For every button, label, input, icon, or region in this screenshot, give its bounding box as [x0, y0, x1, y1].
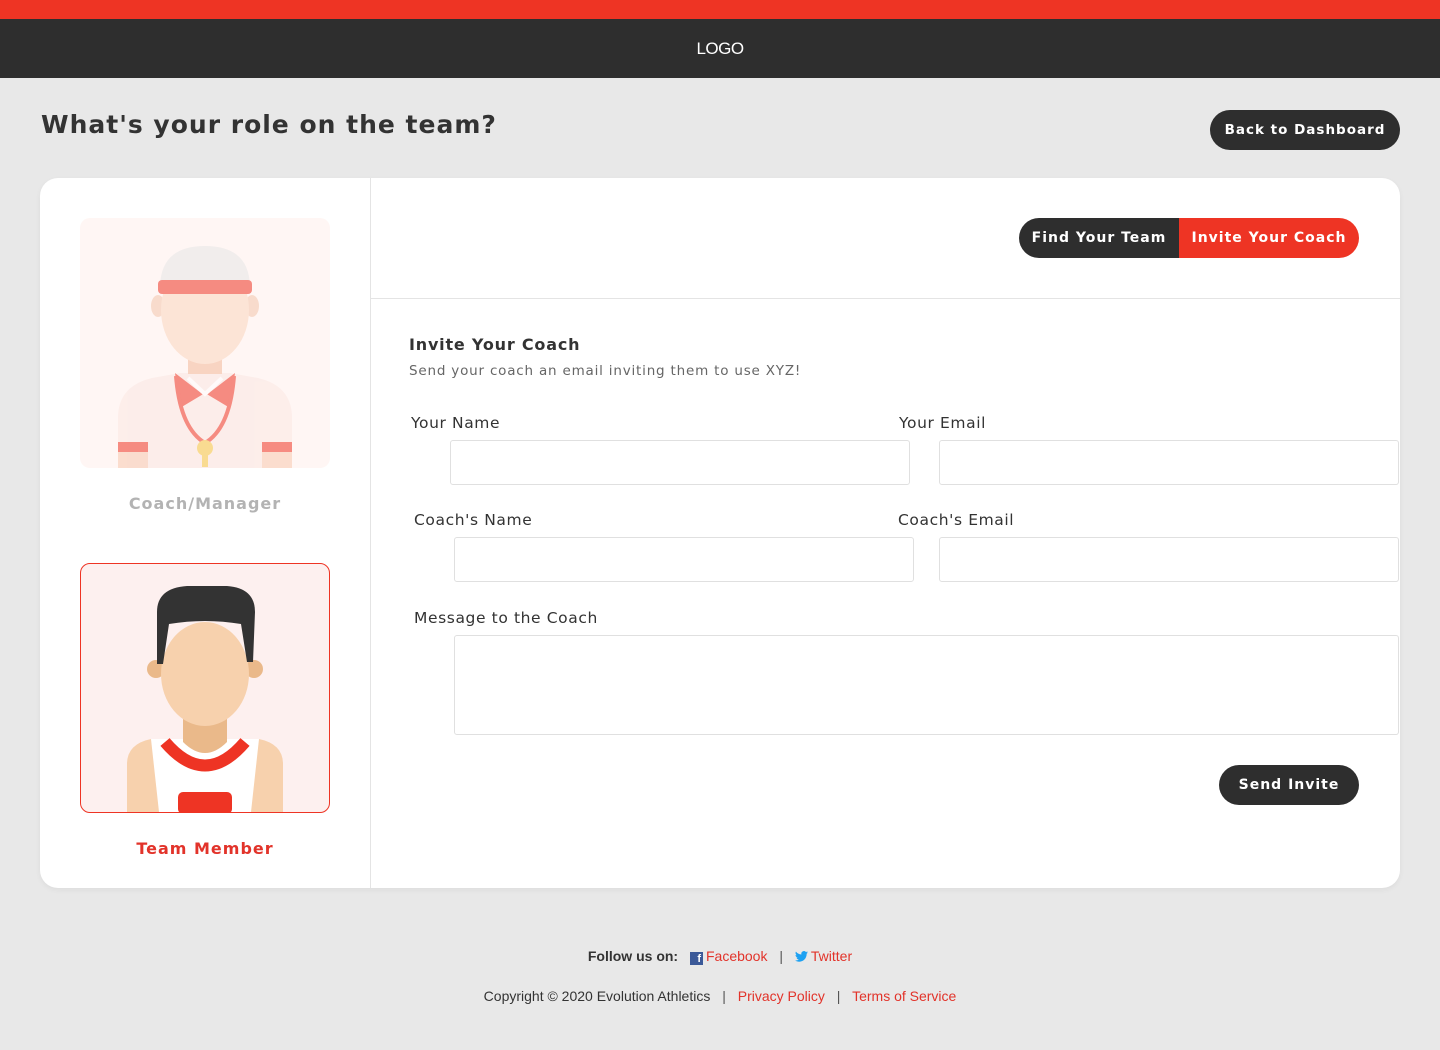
tab-bar: Find Your Team Invite Your Coach	[371, 178, 1400, 299]
privacy-policy-link[interactable]: Privacy Policy	[738, 988, 825, 1004]
role-selector: Coach/Manager Team Member	[40, 178, 371, 888]
coach-avatar-icon	[118, 246, 292, 468]
form-subtitle: Send your coach an email inviting them t…	[409, 363, 802, 379]
facebook-icon: f	[689, 952, 703, 965]
terms-of-service-link[interactable]: Terms of Service	[852, 988, 956, 1004]
separator: |	[836, 988, 841, 1004]
top-accent-stripe	[0, 0, 1440, 19]
coach-manager-tile[interactable]	[80, 218, 330, 468]
team-member-tile[interactable]	[80, 563, 330, 813]
follow-label: Follow us on:	[587, 948, 679, 964]
separator: |	[779, 948, 783, 964]
logo[interactable]: LOGO	[696, 39, 744, 59]
footer-social: Follow us on: f Facebook | Twitter	[0, 948, 1440, 965]
send-invite-button[interactable]: Send Invite	[1219, 765, 1359, 805]
tab-invite-your-coach[interactable]: Invite Your Coach	[1179, 218, 1359, 258]
team-member-avatar-icon	[127, 586, 283, 812]
role-card: Coach/Manager Team Member Find Your Team…	[40, 178, 1400, 888]
coach-manager-label[interactable]: Coach/Manager	[80, 494, 330, 513]
coach-email-input[interactable]	[939, 537, 1399, 582]
separator: |	[722, 988, 726, 1004]
top-navbar: LOGO	[0, 19, 1440, 78]
twitter-link[interactable]: Twitter	[794, 948, 853, 964]
your-email-input[interactable]	[939, 440, 1399, 485]
twitter-icon	[794, 951, 808, 962]
twitter-label: Twitter	[810, 948, 853, 964]
message-label: Message to the Coach	[414, 609, 598, 627]
back-to-dashboard-button[interactable]: Back to Dashboard	[1210, 110, 1400, 150]
invite-panel: Find Your Team Invite Your Coach Invite …	[371, 178, 1400, 888]
coach-email-label: Coach's Email	[898, 511, 1015, 529]
message-textarea[interactable]	[454, 635, 1399, 735]
form-title: Invite Your Coach	[409, 335, 581, 354]
team-member-label[interactable]: Team Member	[80, 839, 330, 858]
facebook-link[interactable]: f Facebook	[689, 948, 768, 965]
your-email-label: Your Email	[899, 414, 987, 432]
copyright-text: Copyright © 2020 Evolution Athletics	[483, 988, 711, 1004]
tab-find-your-team[interactable]: Find Your Team	[1019, 218, 1179, 258]
your-name-input[interactable]	[450, 440, 910, 485]
page-title: What's your role on the team?	[41, 110, 497, 139]
coach-name-input[interactable]	[454, 537, 914, 582]
footer-legal: Copyright © 2020 Evolution Athletics | P…	[0, 988, 1440, 1004]
facebook-label: Facebook	[705, 948, 768, 964]
your-name-label: Your Name	[411, 414, 501, 432]
tab-group: Find Your Team Invite Your Coach	[1019, 218, 1359, 258]
coach-name-label: Coach's Name	[414, 511, 533, 529]
